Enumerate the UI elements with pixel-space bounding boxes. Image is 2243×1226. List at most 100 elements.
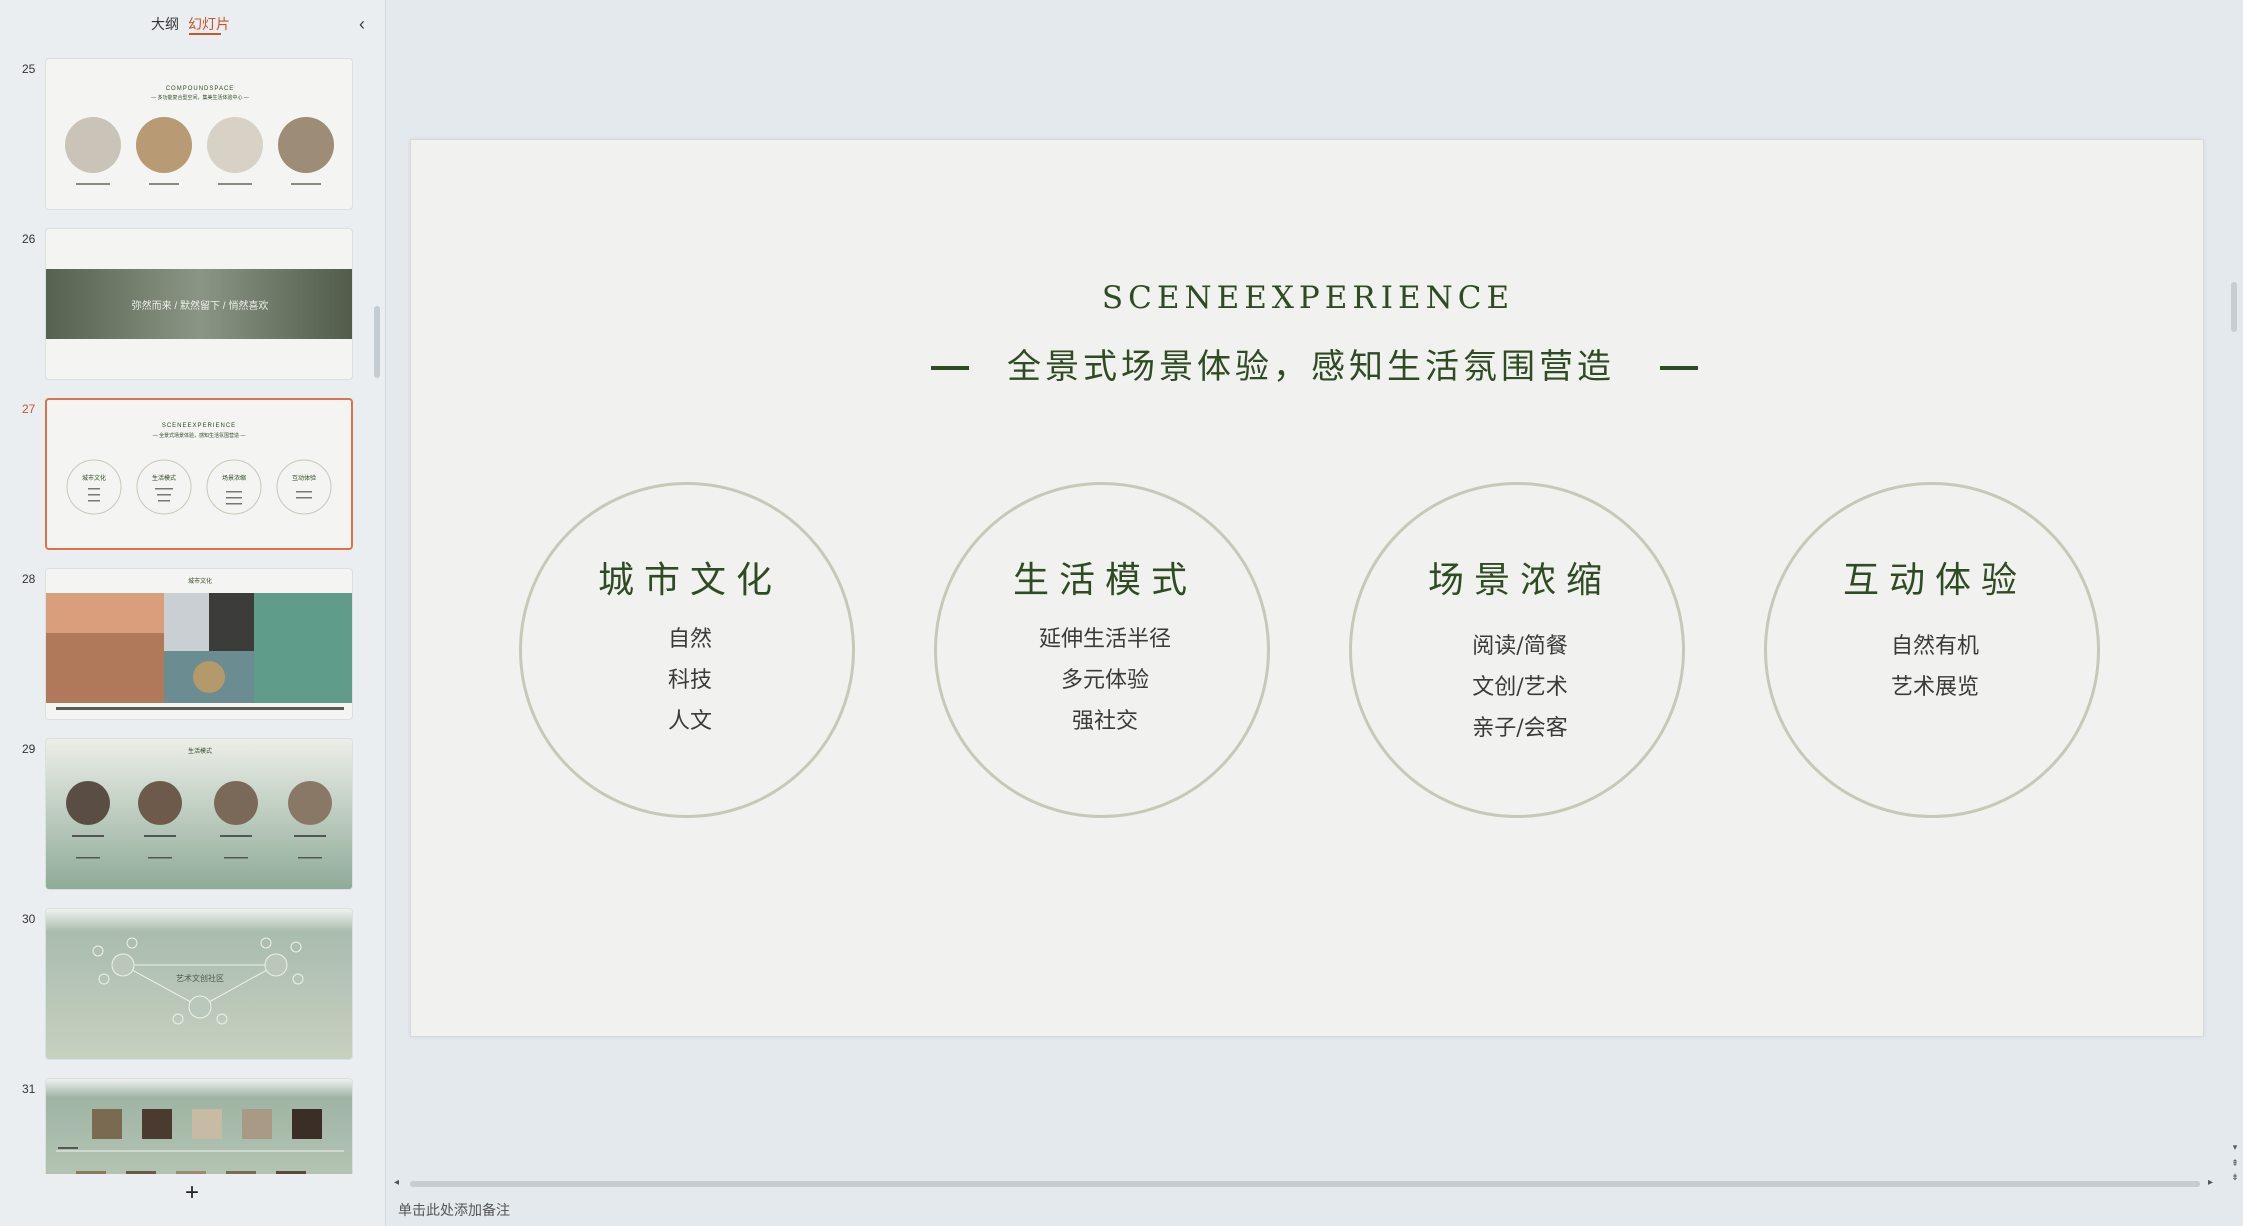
slide-thumbnail[interactable] [45, 1078, 353, 1174]
circle-item: 文创/艺术 [1472, 675, 1568, 700]
slide-english-title: SCENEEXPERIENCE [1101, 280, 1515, 316]
thumb-circle [136, 459, 192, 515]
thumb-caption [291, 183, 321, 185]
thumb-center-label: 艺术文创社区 [176, 973, 224, 983]
slide-thumbnail[interactable]: 艺术文创社区 [45, 908, 353, 1060]
tab-slides[interactable]: 幻灯片 [188, 14, 230, 34]
thumb-circle [66, 459, 122, 515]
circle-item: 自然有机 [1890, 634, 1979, 659]
slide-number: 31 [22, 1082, 36, 1096]
thumbnail-preview: SCENEEXPERIENCE — 全景式场景体验，感知生活氛围营造 — 城市文… [66, 423, 332, 515]
circle-item: 亲子/会客 [1472, 716, 1568, 741]
thumb-title: SCENEEXPERIENCE [162, 423, 236, 429]
thumbnail-preview: 城市文化 [46, 577, 352, 710]
collapse-panel-icon[interactable]: ‹ [352, 12, 372, 36]
thumbnail-row: 31 [0, 1076, 372, 1174]
circle-item: 科技 [667, 668, 712, 693]
thumbnail-row: 29 生活模式 [0, 736, 372, 892]
slide-thumbnail[interactable]: 生活模式 [45, 738, 353, 890]
active-tab-indicator [189, 33, 221, 35]
slide-thumbnail-active[interactable]: SCENEEXPERIENCE — 全景式场景体验，感知生活氛围营造 — 城市文… [45, 398, 353, 550]
slide-thumbnail[interactable]: COMPOUNDSPACE — 多功能复合型空间，集美生活体验中心 — [45, 58, 353, 210]
previous-slide-icon[interactable]: ⇞ [2230, 1158, 2240, 1169]
feature-circle-interactive[interactable]: 互动体验 自然有机 艺术展览 [1764, 482, 2100, 818]
thumb-photo-circle [214, 781, 258, 825]
circle-title: 互动体验 [1842, 560, 2027, 601]
notes-placeholder[interactable]: 单击此处添加备注 [398, 1200, 510, 1220]
thumb-circle-label: 城市文化 [82, 474, 106, 482]
circle-item: 自然 [667, 627, 712, 652]
slide-number: 25 [22, 62, 36, 76]
slide-number: 29 [22, 742, 36, 756]
feature-circle-city-culture[interactable]: 城市文化 自然 科技 人文 [519, 482, 855, 818]
thumb-circle-label: 互动体验 [292, 474, 316, 482]
thumb-photo-circle [65, 117, 121, 173]
slide-canvas[interactable]: SCENEEXPERIENCE 全景式场景体验，感知生活氛围营造 城市文化 自然… [410, 139, 2204, 1037]
thumb-circle [276, 459, 332, 515]
thumbnail-scrollbar[interactable] [374, 306, 380, 378]
thumb-photo-circle [288, 781, 332, 825]
slide-thumbnail[interactable]: 城市文化 [45, 568, 353, 720]
thumb-photo-circle [138, 781, 182, 825]
thumb-caption [218, 183, 252, 185]
thumb-image [209, 593, 254, 651]
circle-title: 生活模式 [1012, 560, 1197, 601]
thumb-photo-circle [136, 117, 192, 173]
feature-circle-lifestyle[interactable]: 生活模式 延伸生活半径 多元体验 强社交 [934, 482, 1270, 818]
thumbnail-preview: 弥然而来 / 默然留下 / 悄然喜欢 [46, 269, 352, 339]
slide-number: 27 [22, 402, 36, 416]
slide-number: 26 [22, 232, 36, 246]
slide-number: 28 [22, 572, 36, 586]
circle-items: 自然有机 艺术展览 [1767, 626, 2103, 708]
slide-subtitle-row: 全景式场景体验，感知生活氛围营造 [411, 342, 2205, 392]
thumbnail-preview: COMPOUNDSPACE — 多功能复合型空间，集美生活体验中心 — [65, 86, 334, 185]
thumb-photo-circle [66, 781, 110, 825]
circle-item: 人文 [667, 709, 712, 734]
horizontal-scrollbar[interactable]: ◂ ▸ [394, 1177, 2220, 1190]
thumb-subtitle: — 全景式场景体验，感知生活氛围营造 — [153, 432, 246, 439]
thumb-subtitle: — 多功能复合型空间，集美生活体验中心 — [151, 94, 249, 101]
thumbnail-preview [46, 1079, 352, 1174]
circle-title: 城市文化 [597, 560, 782, 601]
thumb-circle-label: 场景浓缩 [222, 474, 246, 482]
next-slide-icon[interactable]: ⇟ [2230, 1172, 2240, 1183]
circle-items: 阅读/简餐 文创/艺术 亲子/会客 [1352, 626, 1688, 749]
circle-items: 延伸生活半径 多元体验 强社交 [937, 619, 1273, 742]
horizontal-scroll-thumb[interactable] [410, 1181, 2200, 1187]
circle-item: 阅读/简餐 [1472, 634, 1568, 659]
circle-title: 场景浓缩 [1427, 560, 1612, 601]
thumb-title: COMPOUNDSPACE [166, 86, 235, 92]
thumb-caption [76, 183, 110, 185]
thumb-circle-label: 生活模式 [152, 474, 176, 482]
feature-circle-scene[interactable]: 场景浓缩 阅读/简餐 文创/艺术 亲子/会客 [1349, 482, 1685, 818]
thumb-title: 生活模式 [188, 747, 212, 755]
add-slide-icon[interactable]: + [181, 1181, 203, 1205]
thumb-circle [206, 459, 262, 515]
scroll-left-arrow-icon[interactable]: ◂ [394, 1177, 399, 1188]
scroll-down-arrow-icon[interactable]: ▾ [2230, 1142, 2240, 1153]
thumbnail-list[interactable]: 25 COMPOUNDSPACE — 多功能复合型空间，集美生活体验中心 — 2… [0, 54, 372, 1174]
panel-tabs: 大纲 幻灯片 ‹ [0, 0, 386, 50]
slide-number: 30 [22, 912, 36, 926]
thumb-caption [149, 183, 179, 185]
vertical-scrollbar[interactable] [2231, 282, 2237, 332]
thumbnail-row: 30 艺术文创社区 [0, 906, 372, 1062]
circle-item: 延伸生活半径 [1038, 627, 1171, 652]
thumb-image [254, 593, 352, 703]
circle-item: 艺术展览 [1890, 675, 1979, 700]
slides-panel: 大纲 幻灯片 ‹ 25 COMPOUNDSPACE — 多功能复合型空间，集美生… [0, 0, 386, 1226]
slide-thumbnail[interactable]: 弥然而来 / 默然留下 / 悄然喜欢 [45, 228, 353, 380]
tab-outline[interactable]: 大纲 [151, 14, 179, 34]
thumbnail-row: 25 COMPOUNDSPACE — 多功能复合型空间，集美生活体验中心 — [0, 56, 372, 212]
slide-chinese-title: 全景式场景体验，感知生活氛围营造 [1007, 347, 1615, 387]
title-dash-right [1660, 366, 1698, 370]
thumbnail-preview: 生活模式 [46, 739, 352, 889]
thumbnail-preview: 艺术文创社区 [46, 909, 352, 1059]
thumb-photo-circle [207, 117, 263, 173]
scroll-right-arrow-icon[interactable]: ▸ [2208, 1177, 2213, 1188]
thumb-photo-circle [278, 117, 334, 173]
thumb-banner-caption: 弥然而来 / 默然留下 / 悄然喜欢 [132, 299, 269, 312]
thumb-image [164, 593, 209, 651]
thumbnail-row: 28 城市文化 [0, 566, 372, 722]
title-dash-left [931, 366, 969, 370]
